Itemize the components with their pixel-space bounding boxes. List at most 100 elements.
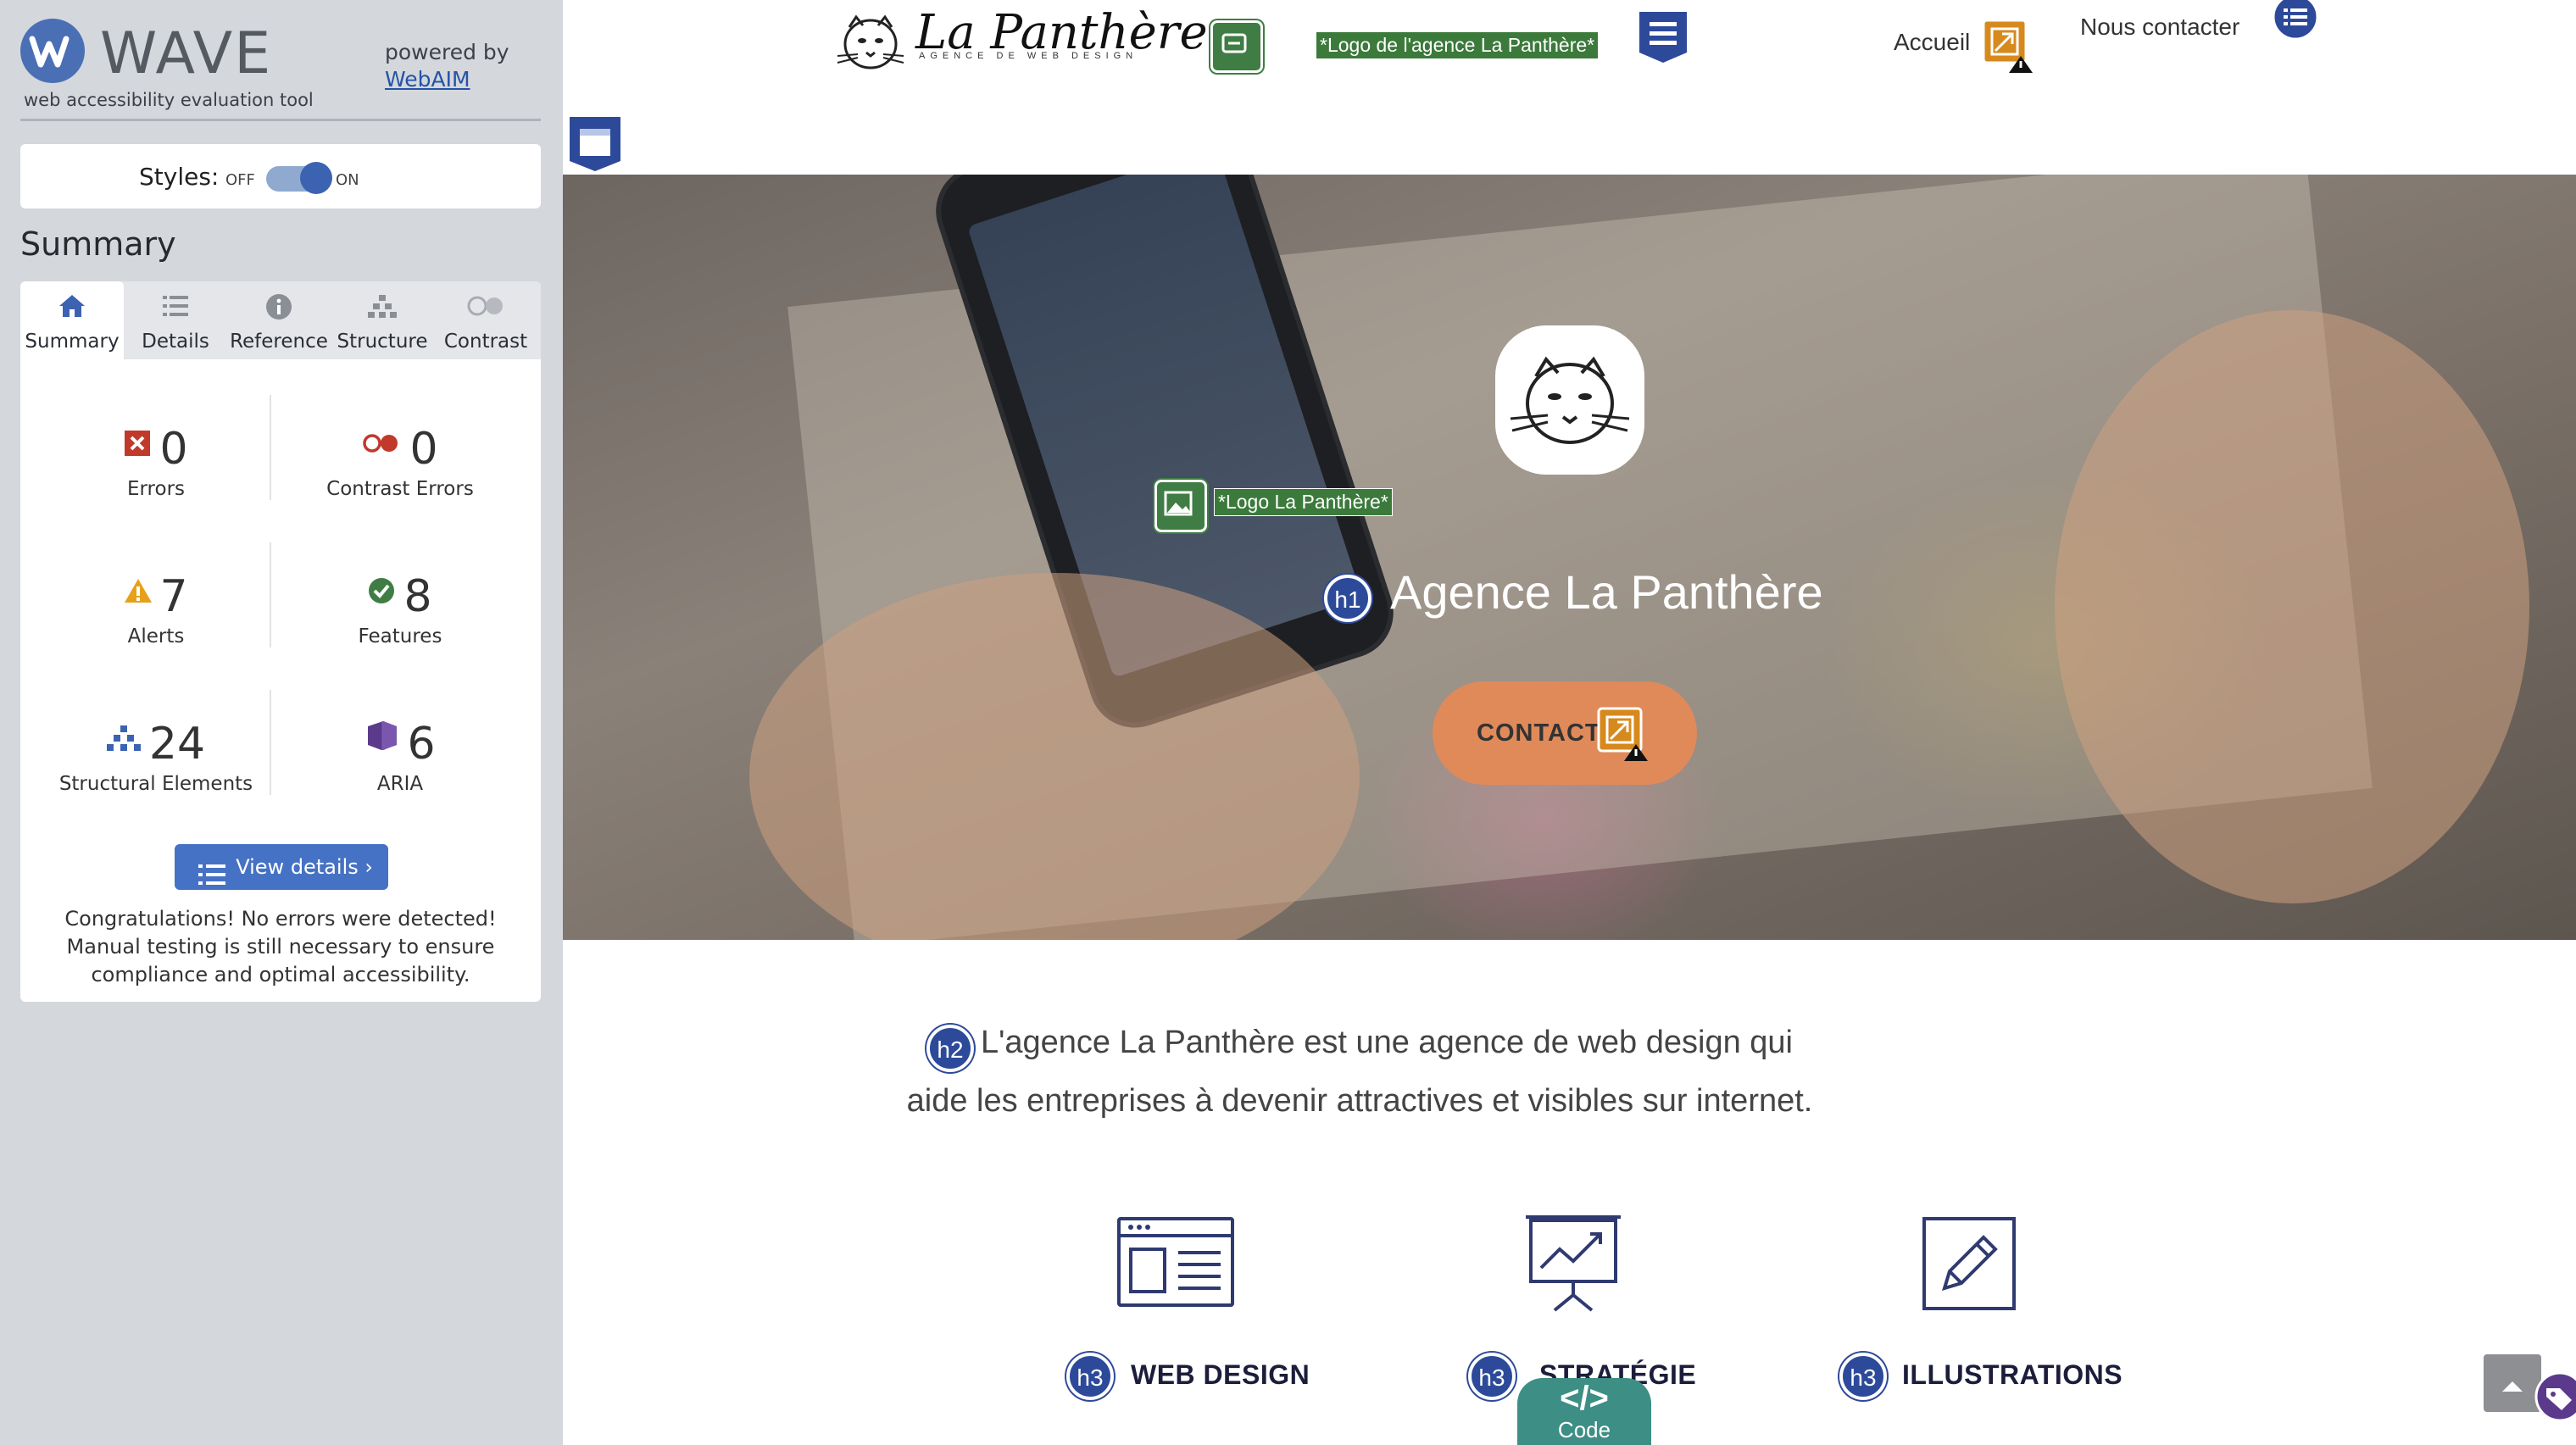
structure-icon — [106, 712, 141, 751]
wave-list-feature-icon[interactable] — [2272, 0, 2319, 41]
contrast-error-icon — [362, 417, 401, 453]
list-icon — [198, 856, 225, 885]
powered-by-text: powered by — [385, 40, 509, 64]
info-icon — [227, 293, 331, 322]
intro-line-2: aide les entreprises à devenir attractiv… — [906, 1083, 1813, 1119]
summary-heading: Summary — [20, 225, 176, 263]
tab-label: Details — [142, 331, 209, 353]
aria-count: 6 — [407, 719, 436, 770]
wave-redundant-link-alert-icon[interactable] — [1597, 707, 1648, 761]
wave-title: WAVE — [100, 20, 273, 87]
tab-label: Structure — [337, 331, 428, 353]
structural-label: Structural Elements — [58, 773, 253, 795]
contrast-errors-count: 0 — [409, 424, 438, 475]
wave-redundant-link-alert-icon[interactable] — [1982, 19, 2033, 73]
stat-contrast-errors[interactable]: 0 Contrast Errors — [281, 417, 519, 500]
list-icon — [124, 293, 227, 322]
errors-label: Errors — [126, 478, 186, 500]
wave-tagline: web accessibility evaluation tool — [24, 90, 314, 110]
wave-alt-text-feature-icon[interactable] — [1154, 480, 1207, 532]
hero-logo-alt-label: *Logo La Panthère* — [1214, 488, 1393, 516]
congrats-message: Congratulations! No errors were detected… — [64, 907, 497, 986]
intro-line-1: h2 L'agence La Panthère est une agence de… — [563, 1014, 2156, 1072]
tab-details[interactable]: Details — [124, 281, 227, 359]
h1-badge-icon[interactable]: h1 — [1324, 575, 1371, 622]
styles-label: Styles: — [139, 163, 220, 191]
feature-check-icon — [368, 564, 395, 603]
h1-badge-text: h1 — [1334, 586, 1361, 613]
code-brackets-icon: </> — [1560, 1380, 1609, 1417]
panther-logo-icon[interactable] — [834, 8, 907, 75]
styles-toggle[interactable] — [266, 162, 332, 194]
toggle-on-label: ON — [336, 171, 359, 189]
features-count: 8 — [403, 571, 432, 622]
h3-badge-text: h3 — [1077, 1364, 1104, 1391]
error-icon — [124, 417, 151, 456]
h2-badge-text: h2 — [937, 1037, 964, 1063]
tab-summary[interactable]: Summary — [20, 281, 124, 359]
intro-line-1-text: L'agence La Panthère est une agence de w… — [981, 1025, 1793, 1060]
webaim-link[interactable]: WebAIM — [385, 67, 470, 92]
errors-count: 0 — [159, 424, 188, 475]
logo-alt-text-label: *Logo de l'agence La Panthère* — [1316, 31, 1600, 59]
styles-toggle-card: Styles: OFF ON — [20, 144, 541, 208]
panel-tabs: Summary Details Reference Structure Cont… — [20, 281, 541, 359]
stat-features[interactable]: 8 Features — [281, 564, 519, 647]
aria-cube-icon — [364, 712, 398, 750]
hero-background-hand — [2055, 310, 2529, 903]
tab-label: Reference — [230, 331, 328, 353]
presentation-chart-icon — [1522, 1214, 1624, 1314]
h2-badge-icon[interactable]: h2 — [926, 1025, 974, 1072]
wave-aria-list-icon[interactable] — [1638, 10, 1689, 63]
tab-contrast[interactable]: Contrast — [434, 281, 537, 359]
tab-label: Contrast — [443, 331, 528, 353]
nav-contact-link[interactable]: Nous contacter — [2080, 14, 2239, 41]
hero-title: Agence La Panthère — [1390, 565, 1823, 619]
summary-panel: Summary Details Reference Structure Cont… — [20, 281, 541, 1002]
hero-panther-logo — [1495, 325, 1644, 475]
divider — [20, 119, 541, 121]
nav-home-link[interactable]: Accueil — [1894, 29, 1970, 56]
stat-aria[interactable]: 6 ARIA — [281, 712, 519, 795]
intro-text: h2 L'agence La Panthère est une agence de… — [563, 1014, 2156, 1130]
hero-banner: *Logo La Panthère* h1 Agence La Panthère… — [563, 175, 2576, 940]
wave-sidebar: WAVE web accessibility evaluation tool p… — [0, 0, 565, 1445]
tab-reference[interactable]: Reference — [227, 281, 331, 359]
pencil-icon — [1921, 1215, 2017, 1312]
chevron-up-icon — [2502, 1381, 2523, 1392]
view-details-button[interactable]: View details › — [175, 844, 388, 890]
stat-errors[interactable]: 0 Errors — [37, 417, 275, 500]
features-label: Features — [358, 625, 442, 647]
wave-header-region-icon[interactable] — [568, 115, 622, 171]
brand-subtitle: AGENCE DE WEB DESIGN — [919, 51, 1138, 61]
h3-badge-text: h3 — [1478, 1364, 1505, 1391]
browser-layout-icon — [1116, 1215, 1236, 1310]
h3-badge-icon[interactable]: h3 — [1839, 1353, 1887, 1400]
alerts-label: Alerts — [127, 625, 185, 647]
stat-alerts[interactable]: 7 Alerts — [37, 564, 275, 647]
wave-logo-icon — [20, 19, 85, 83]
h3-badge-icon[interactable]: h3 — [1468, 1353, 1516, 1400]
contact-button[interactable]: CONTACT — [1433, 681, 1697, 785]
aria-label: ARIA — [376, 773, 424, 795]
contrast-errors-label: Contrast Errors — [326, 478, 474, 500]
wave-linked-image-icon[interactable] — [1210, 20, 1263, 73]
home-icon — [20, 293, 124, 322]
structural-count: 24 — [148, 719, 206, 770]
tab-structure[interactable]: Structure — [331, 281, 434, 359]
stat-structural-elements[interactable]: 24 Structural Elements — [37, 712, 275, 795]
powered-by: powered by WebAIM — [385, 39, 509, 93]
structure-icon — [331, 293, 434, 322]
toggle-off-label: OFF — [225, 171, 255, 189]
wave-code-tab[interactable]: </> Code — [1517, 1378, 1651, 1445]
scroll-to-top-button[interactable] — [2484, 1354, 2541, 1412]
alerts-count: 7 — [159, 571, 188, 622]
code-tab-label: Code — [1557, 1417, 1611, 1442]
view-details-label: View details › — [236, 855, 373, 879]
service-title-web-design: WEB DESIGN — [1131, 1359, 1310, 1390]
h3-badge-icon[interactable]: h3 — [1066, 1353, 1114, 1400]
toggle-knob — [300, 162, 332, 194]
h3-badge-text: h3 — [1850, 1364, 1877, 1391]
wave-tag-icon[interactable] — [2534, 1371, 2576, 1422]
alert-icon — [124, 564, 153, 603]
